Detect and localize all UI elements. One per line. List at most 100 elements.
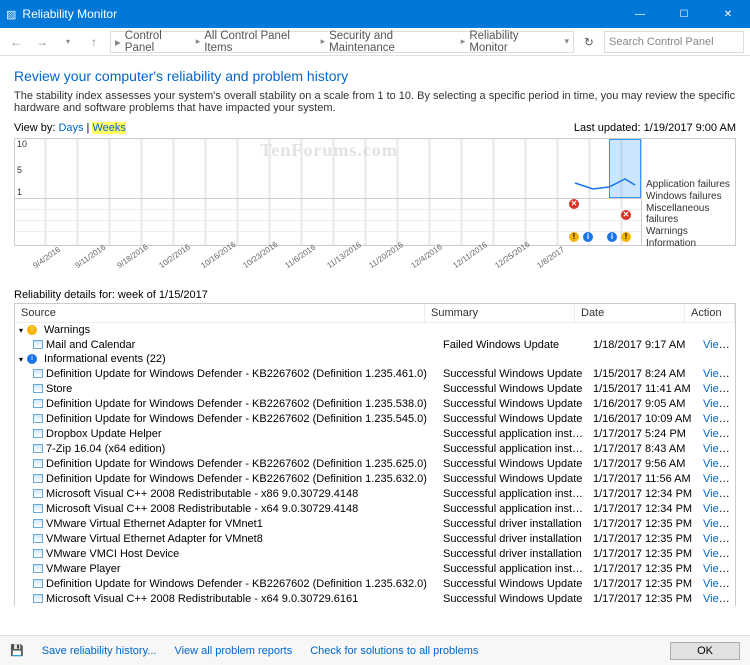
col-source[interactable]: Source: [15, 304, 425, 322]
group-header[interactable]: ▾!Warnings: [15, 323, 735, 337]
cell-date: 1/17/2017 5:24 PM: [589, 428, 699, 440]
cell-source: Microsoft Visual C++ 2008 Redistributabl…: [29, 488, 439, 500]
table-row[interactable]: Microsoft Visual C++ 2008 Redistributabl…: [15, 486, 735, 501]
view-details-link[interactable]: View: [703, 578, 730, 590]
table-row[interactable]: Definition Update for Windows Defender -…: [15, 576, 735, 591]
back-button[interactable]: ←: [6, 32, 26, 52]
view-all-link[interactable]: View all problem reports: [174, 645, 292, 657]
cell-date: 1/17/2017 12:35 PM: [589, 518, 699, 530]
cell-summary: Successful application installation: [439, 503, 589, 515]
table-row[interactable]: Definition Update for Windows Defender -…: [15, 471, 735, 486]
col-action[interactable]: Action: [685, 304, 735, 322]
view-details-link[interactable]: View: [703, 413, 730, 425]
cell-source: VMware Player: [29, 563, 439, 575]
view-details-link[interactable]: View: [703, 368, 730, 380]
details-table[interactable]: Source Summary Date Action ▾!WarningsMai…: [14, 303, 736, 606]
cell-action: View technical details: [699, 563, 735, 575]
technical-details-link[interactable]: technical details: [730, 578, 735, 590]
check-solutions-link[interactable]: Check for solutions to all problems: [310, 645, 478, 657]
technical-details-link[interactable]: technical details: [730, 368, 735, 380]
technical-details-link[interactable]: technical details: [730, 383, 735, 395]
view-details-link[interactable]: View: [703, 339, 730, 351]
cell-summary: Successful application installation: [439, 488, 589, 500]
technical-details-link[interactable]: technical details: [730, 398, 735, 410]
view-details-link[interactable]: View: [703, 458, 730, 470]
technical-details-link[interactable]: technical details: [730, 458, 735, 470]
event-tracks: ✕ ✕ ! i ! i: [15, 199, 641, 245]
group-header[interactable]: ▾iInformational events (22): [15, 352, 735, 366]
technical-details-link[interactable]: technical details: [730, 488, 735, 500]
cell-date: 1/17/2017 8:43 AM: [589, 443, 699, 455]
chart-graph-area[interactable]: 10 5 1: [15, 139, 641, 199]
view-details-link[interactable]: View: [703, 383, 730, 395]
view-details-link[interactable]: View: [703, 398, 730, 410]
view-weeks-link[interactable]: Weeks: [92, 122, 125, 134]
error-icon: ✕: [569, 199, 579, 209]
cell-summary: Successful Windows Update: [439, 593, 589, 605]
refresh-button[interactable]: ↻: [580, 35, 598, 49]
view-details-link[interactable]: View: [703, 503, 730, 515]
technical-details-link[interactable]: technical details: [730, 533, 735, 545]
technical-details-link[interactable]: technical details: [730, 339, 735, 351]
view-details-link[interactable]: View: [703, 563, 730, 575]
table-row[interactable]: Microsoft Visual C++ 2008 Redistributabl…: [15, 591, 735, 606]
cell-source: Store: [29, 383, 439, 395]
view-days-link[interactable]: Days: [58, 122, 83, 134]
dropdown-icon[interactable]: ▾: [58, 32, 78, 52]
col-summary[interactable]: Summary: [425, 304, 575, 322]
table-row[interactable]: VMware Virtual Ethernet Adapter for VMne…: [15, 516, 735, 531]
technical-details-link[interactable]: technical details: [730, 413, 735, 425]
up-button[interactable]: ↑: [84, 32, 104, 52]
cell-summary: Successful Windows Update: [439, 458, 589, 470]
table-row[interactable]: Definition Update for Windows Defender -…: [15, 396, 735, 411]
table-row[interactable]: VMware VMCI Host DeviceSuccessful driver…: [15, 546, 735, 561]
ok-button[interactable]: OK: [670, 642, 740, 660]
forward-button[interactable]: →: [32, 32, 52, 52]
bc-0[interactable]: Control Panel: [125, 30, 192, 54]
table-row[interactable]: VMware PlayerSuccessful application inst…: [15, 561, 735, 576]
technical-details-link[interactable]: technical details: [730, 548, 735, 560]
view-details-link[interactable]: View: [703, 518, 730, 530]
titlebar-icon: ▨: [6, 8, 16, 21]
technical-details-link[interactable]: technical details: [730, 503, 735, 515]
view-details-link[interactable]: View: [703, 428, 730, 440]
technical-details-link[interactable]: technical details: [730, 593, 735, 605]
table-row[interactable]: Microsoft Visual C++ 2008 Redistributabl…: [15, 501, 735, 516]
maximize-button[interactable]: ☐: [662, 0, 706, 28]
table-row[interactable]: Dropbox Update HelperSuccessful applicat…: [15, 426, 735, 441]
legend-misc-failures: Miscellaneous failures: [646, 203, 733, 225]
close-button[interactable]: ✕: [706, 0, 750, 28]
reliability-chart[interactable]: 10 5 1 ✕ ✕ ! i ! i: [14, 138, 736, 246]
view-details-link[interactable]: View: [703, 593, 730, 605]
technical-details-link[interactable]: technical details: [730, 563, 735, 575]
expand-icon: ▾: [19, 355, 23, 364]
table-row[interactable]: Definition Update for Windows Defender -…: [15, 366, 735, 381]
technical-details-link[interactable]: technical details: [730, 473, 735, 485]
view-details-link[interactable]: View: [703, 533, 730, 545]
technical-details-link[interactable]: technical details: [730, 518, 735, 530]
view-details-link[interactable]: View: [703, 548, 730, 560]
table-row[interactable]: Mail and CalendarFailed Windows Update1/…: [15, 337, 735, 352]
table-row[interactable]: VMware Virtual Ethernet Adapter for VMne…: [15, 531, 735, 546]
breadcrumb[interactable]: ▸ Control Panel▸ All Control Panel Items…: [110, 31, 574, 53]
table-row[interactable]: Definition Update for Windows Defender -…: [15, 456, 735, 471]
stability-line: [15, 139, 641, 199]
technical-details-link[interactable]: technical details: [730, 443, 735, 455]
error-icon: ✕: [621, 210, 631, 220]
view-details-link[interactable]: View: [703, 473, 730, 485]
table-row[interactable]: 7-Zip 16.04 (x64 edition)Successful appl…: [15, 441, 735, 456]
search-input[interactable]: Search Control Panel: [604, 31, 744, 53]
cell-source: Definition Update for Windows Defender -…: [29, 458, 439, 470]
bc-3[interactable]: Reliability Monitor: [469, 30, 556, 54]
table-row[interactable]: Definition Update for Windows Defender -…: [15, 411, 735, 426]
bc-2[interactable]: Security and Maintenance: [329, 30, 457, 54]
table-row[interactable]: StoreSuccessful Windows Update1/15/2017 …: [15, 381, 735, 396]
minimize-button[interactable]: —: [618, 0, 662, 28]
bc-1[interactable]: All Control Panel Items: [204, 30, 316, 54]
save-history-link[interactable]: Save reliability history...: [42, 645, 157, 657]
view-details-link[interactable]: View: [703, 443, 730, 455]
cell-date: 1/17/2017 12:35 PM: [589, 548, 699, 560]
view-details-link[interactable]: View: [703, 488, 730, 500]
col-date[interactable]: Date: [575, 304, 685, 322]
technical-details-link[interactable]: technical details: [730, 428, 735, 440]
